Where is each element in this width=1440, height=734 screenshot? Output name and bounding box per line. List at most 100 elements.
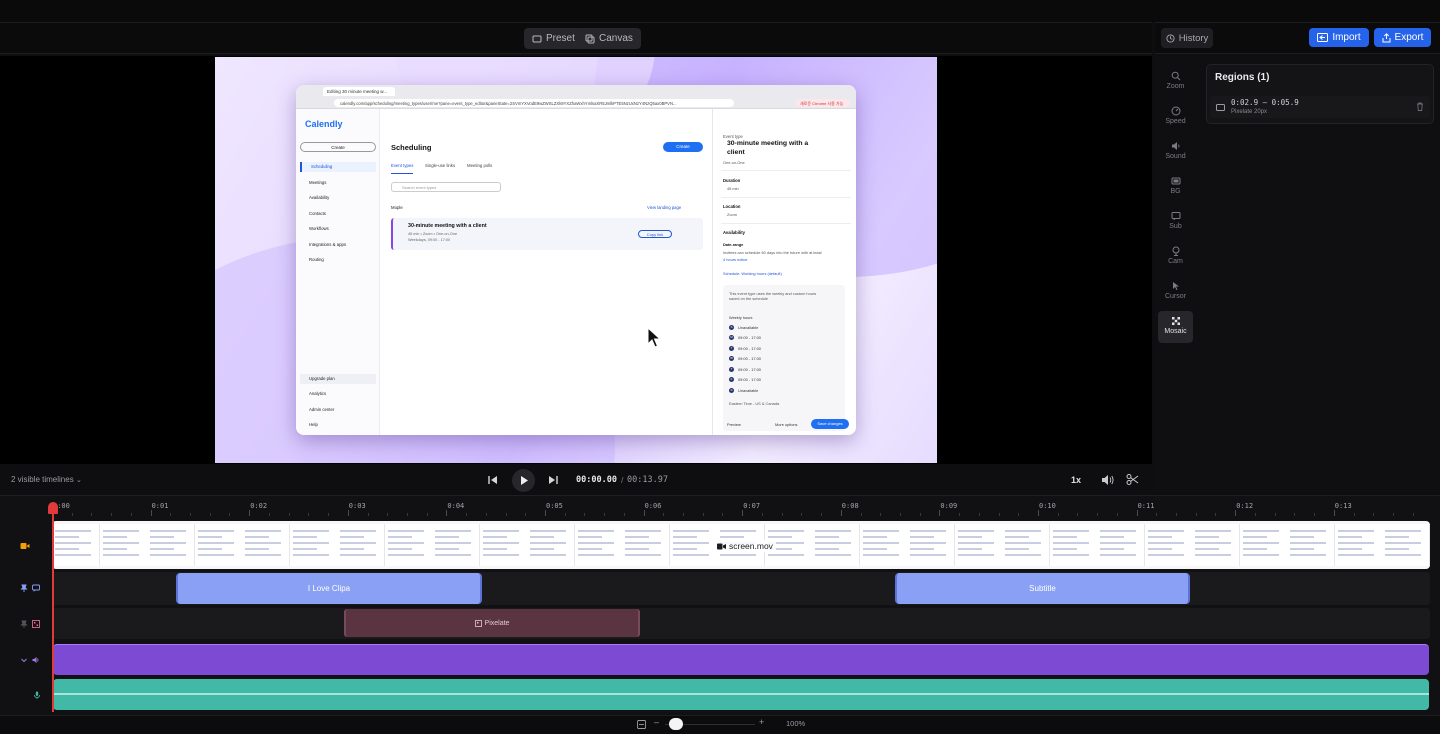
chevron-down-icon[interactable] xyxy=(20,656,28,664)
import-button[interactable]: Import xyxy=(1309,28,1369,47)
calendly-nav-item: Analytics xyxy=(309,391,327,396)
browser-url-bar: calendly.com/app/scheduling/meeting_type… xyxy=(334,99,734,107)
panel-kind: One-on-One xyxy=(723,160,745,165)
browser-tab: Editing 30 minute meeting w... xyxy=(323,87,395,96)
mic-track-clip[interactable] xyxy=(53,679,1429,710)
ruler-minor-tick xyxy=(722,513,724,516)
play-icon xyxy=(521,476,528,485)
speaker-icon xyxy=(32,657,39,663)
ruler-major-tick xyxy=(1038,510,1039,516)
pin-icon[interactable] xyxy=(20,620,28,628)
video-thumbnail xyxy=(1192,524,1240,566)
ruler-minor-tick xyxy=(1077,513,1079,516)
calendly-subtab: Event types xyxy=(391,163,414,168)
day-row: S Unavailable xyxy=(729,388,758,394)
ruler-minor-tick xyxy=(899,513,901,516)
ruler-major-tick xyxy=(446,510,448,516)
event-title: 30-minute meeting with a client xyxy=(408,223,487,229)
day-row: M 09:00 - 17:00 xyxy=(729,335,761,341)
microphone-icon xyxy=(34,691,40,699)
video-thumbnail xyxy=(242,524,290,566)
mosaic-clip[interactable]: Pixelate xyxy=(344,609,640,637)
video-thumbnail xyxy=(812,524,860,566)
calendly-subtab: Single-use links xyxy=(425,163,456,168)
zoom-slider-handle[interactable] xyxy=(669,718,683,730)
time-separator: / xyxy=(621,475,624,485)
ruler-minor-tick xyxy=(485,513,487,516)
video-thumbnail xyxy=(384,524,433,566)
tool-mosaic[interactable]: Mosaic xyxy=(1158,311,1193,343)
mosaic-clip-label: Pixelate xyxy=(484,619,510,627)
pin-icon[interactable] xyxy=(20,584,28,592)
ruler-minor-tick xyxy=(387,513,389,516)
tool-cursor[interactable]: Cursor xyxy=(1158,276,1193,308)
play-button[interactable] xyxy=(512,469,535,492)
window-titlebar xyxy=(0,0,1440,22)
tool-sound-label: Sound xyxy=(1165,153,1186,160)
scissors-icon[interactable] xyxy=(1126,473,1139,486)
tool-speed[interactable]: Speed xyxy=(1158,101,1193,133)
volume-icon[interactable] xyxy=(1101,474,1114,486)
video-thumbnail xyxy=(1382,524,1430,566)
ruler-major-tick xyxy=(742,510,744,516)
tool-bg-label: BG xyxy=(1170,188,1181,195)
delete-region-icon[interactable] xyxy=(1416,102,1424,111)
video-thumbnail xyxy=(954,524,1003,566)
video-thumbnail xyxy=(52,524,100,566)
video-thumbnail xyxy=(527,524,575,566)
ruler-major-tick xyxy=(545,510,546,516)
canvas-button[interactable]: Canvas xyxy=(577,28,641,49)
day-row: T 09:00 - 17:00 xyxy=(729,367,761,373)
calendly-create-blue-button: Create xyxy=(663,142,703,152)
ruler-minor-tick xyxy=(978,513,980,516)
calendly-main: Scheduling Create Event types Single-use… xyxy=(381,109,711,435)
day-row: W 09:00 - 17:00 xyxy=(729,356,761,362)
export-button[interactable]: Export xyxy=(1374,28,1431,47)
timeline-ruler[interactable]: 0:00 0:01 0:02 0:03 0:04 0:05 0:06 0:07 0:08 0:09… xyxy=(52,499,1432,517)
calendly-event-panel: Event type 30-minute meeting with a clie… xyxy=(712,109,856,435)
audio-track-clip[interactable] xyxy=(53,644,1429,675)
panel-box-text: This event type uses the weekly and cust… xyxy=(729,291,817,301)
playback-speed-button[interactable]: 1x xyxy=(1071,475,1081,485)
cursor-icon xyxy=(1172,282,1179,290)
ruler-minor-tick xyxy=(505,513,507,516)
video-thumbnail xyxy=(479,524,528,566)
ruler-major-tick xyxy=(939,510,941,516)
video-clip-name: screen.mov xyxy=(729,541,773,551)
preset-button[interactable]: Preset xyxy=(524,28,583,49)
tool-sound[interactable]: Sound xyxy=(1158,136,1193,168)
ruler-minor-tick xyxy=(1176,513,1178,516)
panel-divider xyxy=(721,197,851,198)
ruler-tick-label: 0:10 xyxy=(1039,502,1056,510)
tool-cam[interactable]: Cam xyxy=(1158,241,1193,273)
ruler-minor-tick xyxy=(683,513,685,516)
ruler-minor-tick xyxy=(367,513,369,516)
total-time: 00:13.97 xyxy=(627,475,668,485)
ruler-major-tick xyxy=(347,510,349,516)
history-button[interactable]: History xyxy=(1161,28,1213,48)
skip-forward-icon[interactable] xyxy=(547,474,559,486)
skip-back-icon[interactable] xyxy=(487,474,499,486)
ruler-minor-tick xyxy=(663,513,665,516)
visible-timelines-dropdown[interactable]: 2 visible timelines ⌄ xyxy=(11,475,82,484)
calendly-tab-underline xyxy=(391,173,413,174)
zoom-in-button[interactable]: + xyxy=(759,717,764,727)
mosaic-track[interactable] xyxy=(52,608,1430,639)
tool-speed-label: Speed xyxy=(1165,118,1186,125)
background-icon xyxy=(1171,177,1180,185)
tool-zoom[interactable]: Zoom xyxy=(1158,66,1193,98)
tool-sub[interactable]: Sub xyxy=(1158,206,1193,238)
zoom-out-button[interactable]: – xyxy=(654,717,659,727)
fit-icon[interactable] xyxy=(637,720,646,729)
day-hours: Unavailable xyxy=(738,325,759,330)
panel-location-value: Zoom xyxy=(727,212,737,217)
ruler-tick-label: 0:08 xyxy=(841,502,859,510)
video-thumbnail xyxy=(194,524,243,566)
subtitle-track-header xyxy=(20,582,44,594)
subtitle-clip[interactable]: I Love Clipa xyxy=(176,573,482,604)
ruler-minor-tick xyxy=(328,513,330,516)
ruler-minor-tick xyxy=(308,513,310,516)
ruler-tick-label: 0:09 xyxy=(940,502,958,510)
subtitle-clip[interactable]: Subtitle xyxy=(895,573,1190,604)
tool-bg[interactable]: BG xyxy=(1158,171,1193,203)
